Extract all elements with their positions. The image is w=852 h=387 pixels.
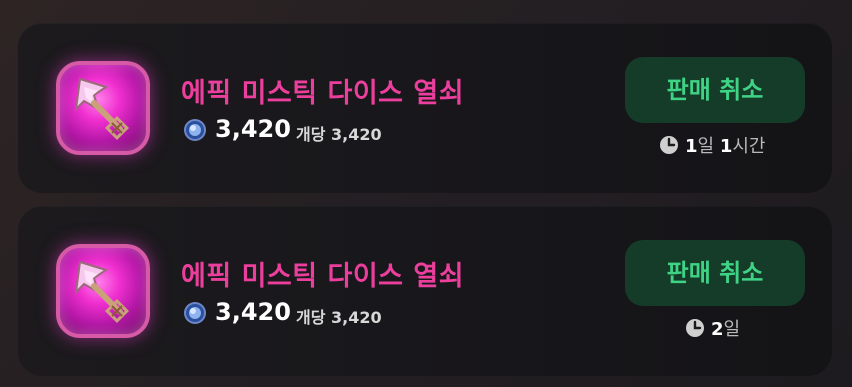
sale-listing-card: 에픽 미스틱 다이스 열쇠 3,420 개당 3,420 판매 취소 1일 1시… xyxy=(18,23,832,193)
time-remaining-text: 2일 xyxy=(711,319,741,340)
time-remaining: 2일 xyxy=(685,316,740,340)
clock-icon xyxy=(685,318,705,338)
time-remaining: 1일 1시간 xyxy=(659,133,765,157)
mystic-dice-key-icon xyxy=(56,244,150,338)
clock-icon xyxy=(659,135,679,155)
item-name: 에픽 미스틱 다이스 열쇠 xyxy=(181,261,465,292)
blue-coin-icon xyxy=(183,118,207,142)
mystic-dice-key-icon xyxy=(56,61,150,155)
price: 3,420 xyxy=(215,115,291,143)
unit-price-label: 개당 3,420 xyxy=(296,125,382,144)
time-remaining-text: 1일 1시간 xyxy=(685,136,766,157)
cancel-sale-button[interactable]: 판매 취소 xyxy=(625,57,805,123)
sale-listing-list: 에픽 미스틱 다이스 열쇠 3,420 개당 3,420 판매 취소 1일 1시… xyxy=(0,0,852,387)
cancel-sale-button[interactable]: 판매 취소 xyxy=(625,240,805,306)
price: 3,420 xyxy=(215,298,291,326)
sale-listing-card: 에픽 미스틱 다이스 열쇠 3,420 개당 3,420 판매 취소 2일 xyxy=(18,206,832,376)
blue-coin-icon xyxy=(183,301,207,325)
unit-price-label: 개당 3,420 xyxy=(296,308,382,327)
item-name: 에픽 미스틱 다이스 열쇠 xyxy=(181,78,465,109)
